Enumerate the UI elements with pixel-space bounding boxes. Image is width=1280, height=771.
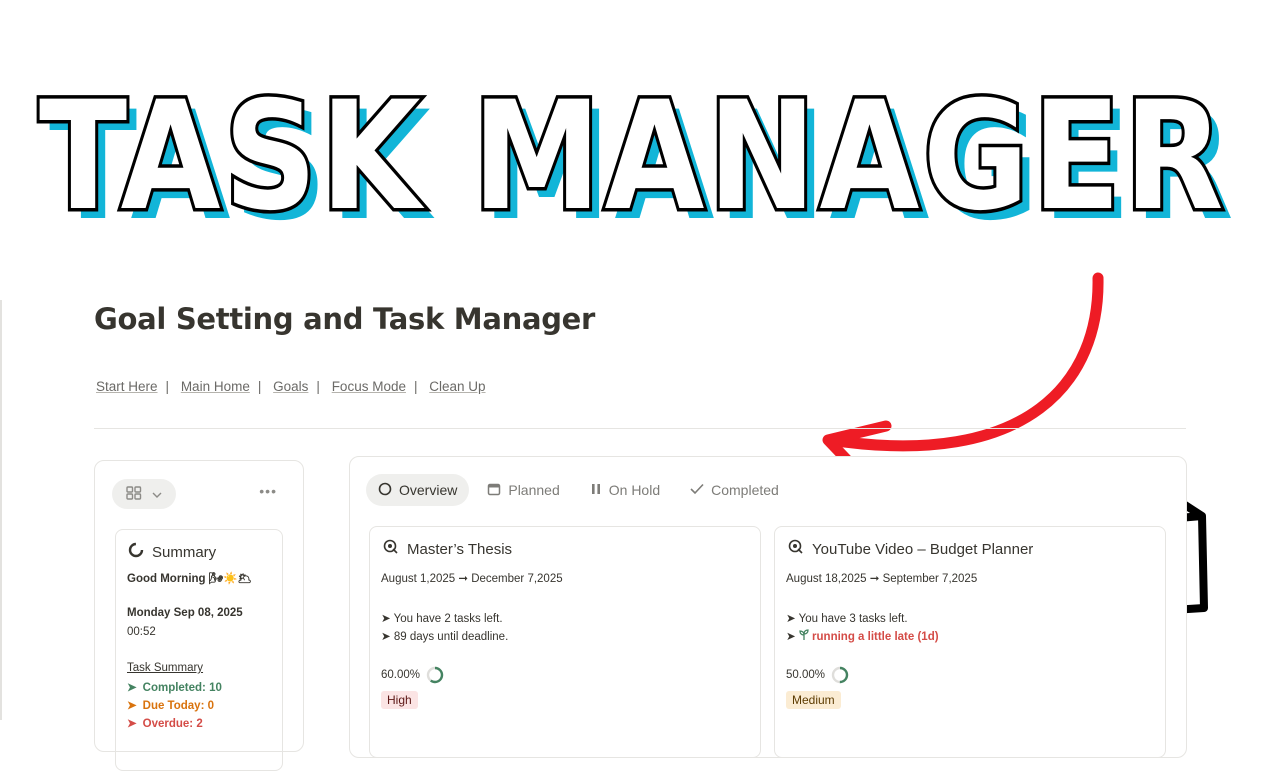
- tab-on-hold[interactable]: On Hold: [578, 474, 672, 506]
- summary-title: Summary: [152, 544, 217, 561]
- goal-target-icon: [383, 539, 399, 560]
- tab-planned[interactable]: Planned: [475, 474, 571, 506]
- goal-tabs: Overview Planned On Hold Completed: [366, 474, 791, 506]
- hero-banner: TASK MANAGER TASK MANAGER: [0, 58, 1280, 239]
- view-switcher[interactable]: [112, 479, 176, 509]
- arrow-icon: ➤: [127, 700, 137, 712]
- summary-icon: [128, 542, 144, 563]
- stat-due-today: ➤ Due Today: 0: [127, 700, 214, 712]
- greeting-text: Good Morning 🌬☀️🌥: [127, 573, 253, 585]
- goal-tasks-left: ➤ You have 3 tasks left.: [786, 613, 908, 625]
- current-time: 00:52: [127, 626, 156, 638]
- priority-badge: Medium: [786, 691, 841, 709]
- check-icon: [690, 482, 704, 498]
- chevron-down-icon: [152, 487, 162, 502]
- arrow-icon: ➤: [127, 682, 137, 694]
- nav-link-start-here[interactable]: Start Here: [96, 379, 158, 394]
- goal-header: YouTube Video – Budget Planner: [788, 539, 1033, 560]
- section-divider: [94, 428, 1186, 429]
- goals-panel: Overview Planned On Hold Completed Maste…: [349, 456, 1187, 758]
- current-date: Monday Sep 08, 2025: [127, 607, 243, 619]
- goal-title: Master’s Thesis: [407, 541, 513, 558]
- nav-link-clean-up[interactable]: Clean Up: [429, 379, 485, 394]
- stat-completed: ➤ Completed: 10: [127, 682, 222, 694]
- page-nav: Start Here | Main Home | Goals | Focus Mode…: [96, 379, 486, 394]
- goal-tasks-left: ➤ You have 2 tasks left.: [381, 613, 503, 625]
- pause-icon: [590, 482, 602, 498]
- goal-target-icon: [788, 539, 804, 560]
- page-edge-divider: [0, 300, 2, 720]
- priority-badge: High: [381, 691, 418, 709]
- goal-status-late: ➤ running a little late (1d): [786, 629, 939, 643]
- goal-header: Master’s Thesis: [383, 539, 512, 560]
- calendar-icon: [487, 482, 501, 499]
- progress-ring-icon: [426, 666, 444, 684]
- summary-header: Summary: [128, 542, 216, 563]
- tab-overview[interactable]: Overview: [366, 474, 470, 506]
- goal-dates: August 1,2025 ➞ December 7,2025: [381, 573, 563, 585]
- grid-icon: [126, 485, 142, 503]
- goal-card-masters-thesis[interactable]: Master’s Thesis August 1,2025 ➞ December…: [369, 526, 761, 758]
- progress-ring-icon: [831, 666, 849, 684]
- more-options-icon[interactable]: •••: [259, 483, 277, 499]
- tab-completed[interactable]: Completed: [678, 474, 791, 506]
- goal-title: YouTube Video – Budget Planner: [812, 541, 1034, 558]
- summary-panel: ••• Summary Good Morning 🌬☀️🌥 Monday Sep…: [94, 460, 304, 771]
- task-summary-label: Task Summary: [127, 662, 204, 674]
- nav-link-goals[interactable]: Goals: [273, 379, 308, 394]
- goal-progress: 60.00%: [381, 666, 444, 684]
- goal-progress: 50.00%: [786, 666, 849, 684]
- nav-link-main-home[interactable]: Main Home: [181, 379, 250, 394]
- summary-card: Summary Good Morning 🌬☀️🌥 Monday Sep 08,…: [115, 529, 283, 771]
- circle-icon: [378, 482, 392, 499]
- goal-card-youtube-video[interactable]: YouTube Video – Budget Planner August 18…: [774, 526, 1166, 758]
- nav-link-focus-mode[interactable]: Focus Mode: [332, 379, 406, 394]
- stat-overdue: ➤ Overdue: 2: [127, 718, 203, 730]
- page-title: Goal Setting and Task Manager: [94, 302, 596, 336]
- goal-deadline: ➤ 89 days until deadline.: [381, 631, 509, 643]
- goal-dates: August 18,2025 ➞ September 7,2025: [786, 573, 978, 585]
- sprout-icon: [799, 629, 812, 643]
- hero-title: TASK MANAGER: [39, 70, 1227, 238]
